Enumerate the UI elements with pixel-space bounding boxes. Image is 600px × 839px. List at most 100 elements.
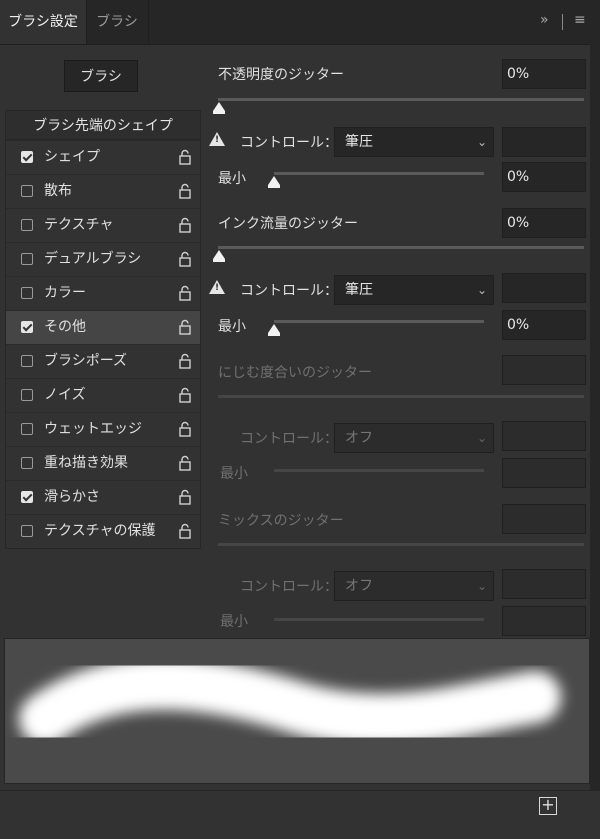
option-label: 重ね描き効果 <box>44 455 128 471</box>
wetness-jitter-label: にじむ度合いのジッター <box>218 365 372 381</box>
checkbox[interactable] <box>21 423 33 435</box>
wetness-jitter-slider[interactable] <box>218 395 584 398</box>
flow-minimum-slider-thumb[interactable] <box>268 324 280 336</box>
opacity-jitter-slider[interactable] <box>218 98 584 101</box>
option-row[interactable]: 滑らかさ <box>6 480 200 514</box>
option-row[interactable]: ノイズ <box>6 378 200 412</box>
option-label: ブラシポーズ <box>44 353 128 369</box>
lock-icon[interactable] <box>178 523 192 539</box>
opacity-jitter-input[interactable]: 0% <box>502 59 586 89</box>
chevron-down-icon: ⌄ <box>476 283 487 297</box>
wetness-minimum-slider[interactable] <box>274 469 484 472</box>
select-value: 筆圧 <box>345 282 373 298</box>
warning-icon: ! <box>209 132 225 146</box>
lock-icon[interactable] <box>178 319 192 335</box>
panel-footer <box>0 790 600 839</box>
lock-icon[interactable] <box>178 251 192 267</box>
checkbox[interactable] <box>21 355 33 367</box>
option-label: カラー <box>44 285 86 301</box>
opacity-minimum-input[interactable]: 0% <box>502 162 586 192</box>
option-row[interactable]: ブラシポーズ <box>6 344 200 378</box>
checkbox[interactable] <box>21 491 33 503</box>
option-label: デュアルブラシ <box>44 251 142 267</box>
option-row[interactable]: ウェットエッジ <box>6 412 200 446</box>
minimum-label: 最小 <box>218 171 246 187</box>
checkbox[interactable] <box>21 287 33 299</box>
brushes-button[interactable]: ブラシ <box>64 60 138 92</box>
tab-brush-settings[interactable]: ブラシ設定 <box>0 0 87 44</box>
mix-jitter-label: ミックスのジッター <box>218 513 344 529</box>
panel-tab-bar: ブラシ設定 ブラシ » ≡ <box>0 0 600 45</box>
flow-jitter-slider-thumb[interactable] <box>213 250 225 262</box>
tab-brushes[interactable]: ブラシ <box>86 0 149 44</box>
select-value: オフ <box>345 430 373 446</box>
control-label: コントロール： <box>240 135 338 151</box>
hamburger-menu-icon[interactable]: ≡ <box>574 12 586 28</box>
wetness-control-extra-field[interactable] <box>502 421 586 451</box>
panel-right-edge <box>590 44 600 838</box>
opacity-control-extra-field[interactable] <box>502 127 586 157</box>
chevron-down-icon: ⌄ <box>476 135 487 149</box>
mix-minimum-input[interactable] <box>502 606 586 636</box>
opacity-minimum-slider-thumb[interactable] <box>268 176 280 188</box>
checkbox[interactable] <box>21 457 33 469</box>
checkbox[interactable] <box>21 253 33 265</box>
option-label: テクスチャの保護 <box>44 523 156 539</box>
checkbox[interactable] <box>21 151 33 163</box>
wetness-control-select[interactable]: オフ ⌄ <box>334 423 494 453</box>
option-row[interactable]: デュアルブラシ <box>6 242 200 276</box>
option-row[interactable]: テクスチャ <box>6 208 200 242</box>
option-label: シェイプ <box>44 149 100 165</box>
option-row[interactable]: テクスチャの保護 <box>6 514 200 548</box>
flow-jitter-input[interactable]: 0% <box>502 208 586 238</box>
opacity-jitter-slider-thumb[interactable] <box>213 102 225 114</box>
select-value: オフ <box>345 578 373 594</box>
checkbox[interactable] <box>21 525 33 537</box>
opacity-minimum-slider[interactable] <box>274 172 484 175</box>
checkbox[interactable] <box>21 389 33 401</box>
new-preset-icon[interactable]: + <box>539 797 557 815</box>
stroke-preview-image <box>19 657 561 746</box>
lock-icon[interactable] <box>178 183 192 199</box>
warning-icon: ! <box>209 280 225 294</box>
option-row[interactable]: シェイプ <box>6 140 200 174</box>
lock-icon[interactable] <box>178 149 192 165</box>
wetness-jitter-input[interactable] <box>502 355 586 385</box>
mix-control-select[interactable]: オフ ⌄ <box>334 571 494 601</box>
flow-minimum-slider[interactable] <box>274 320 484 323</box>
option-label: その他 <box>44 319 86 335</box>
toolbar-divider <box>562 14 563 30</box>
checkbox[interactable] <box>21 321 33 333</box>
chevron-down-icon: ⌄ <box>476 431 487 445</box>
flow-jitter-slider[interactable] <box>218 246 584 249</box>
brush-tip-shape-item[interactable]: ブラシ先端のシェイプ <box>5 110 201 140</box>
lock-icon[interactable] <box>178 285 192 301</box>
option-row[interactable]: 散布 <box>6 174 200 208</box>
mix-control-extra-field[interactable] <box>502 569 586 599</box>
chevron-down-icon: ⌄ <box>476 579 487 593</box>
minimum-label: 最小 <box>220 614 248 630</box>
checkbox[interactable] <box>21 185 33 197</box>
lock-icon[interactable] <box>178 489 192 505</box>
mix-jitter-input[interactable] <box>502 504 586 534</box>
wetness-minimum-input[interactable] <box>502 458 586 488</box>
flow-control-select[interactable]: 筆圧 ⌄ <box>334 275 494 305</box>
opacity-control-select[interactable]: 筆圧 ⌄ <box>334 127 494 157</box>
lock-icon[interactable] <box>178 455 192 471</box>
lock-icon[interactable] <box>178 421 192 437</box>
double-chevron-icon[interactable]: » <box>540 12 549 28</box>
option-row-selected[interactable]: その他 <box>6 310 200 344</box>
minimum-label: 最小 <box>220 466 248 482</box>
flow-control-extra-field[interactable] <box>502 273 586 303</box>
option-label: 滑らかさ <box>44 489 100 505</box>
option-row[interactable]: 重ね描き効果 <box>6 446 200 480</box>
flow-minimum-input[interactable]: 0% <box>502 310 586 340</box>
lock-icon[interactable] <box>178 353 192 369</box>
mix-minimum-slider[interactable] <box>274 618 484 621</box>
lock-icon[interactable] <box>178 217 192 233</box>
mix-jitter-slider[interactable] <box>218 543 584 546</box>
select-value: 筆圧 <box>345 134 373 150</box>
lock-icon[interactable] <box>178 387 192 403</box>
checkbox[interactable] <box>21 219 33 231</box>
option-row[interactable]: カラー <box>6 276 200 310</box>
